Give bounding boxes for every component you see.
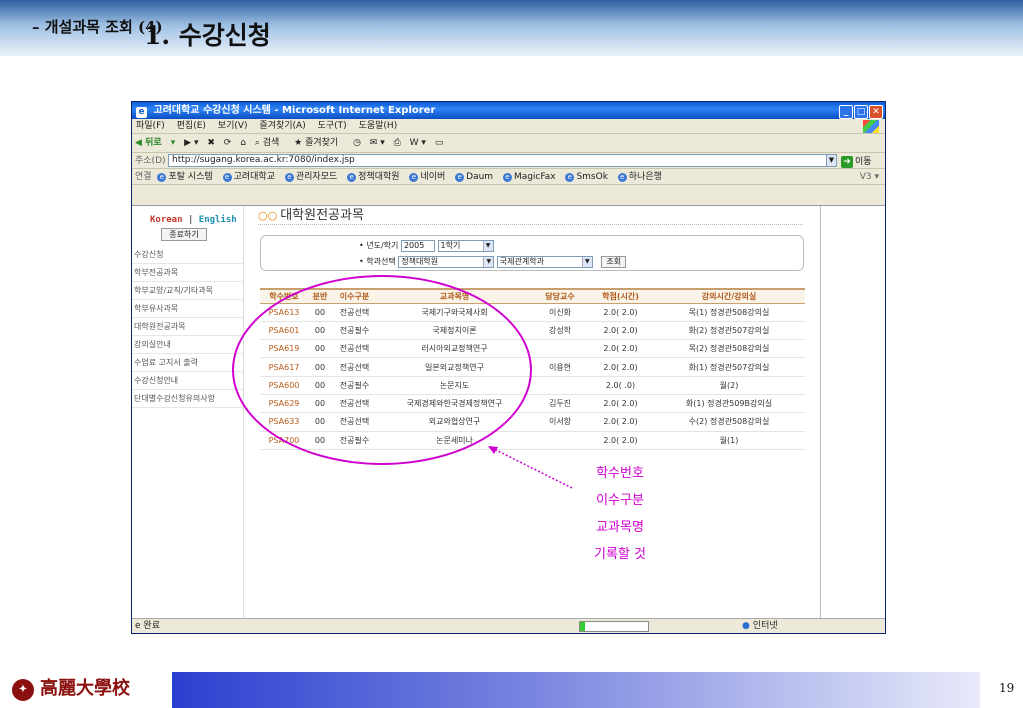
annotation-arrow (488, 446, 573, 489)
annotation-line-4: 기록할 것 (594, 547, 646, 562)
university-logo: ✦ 高麗大學校 (12, 676, 130, 702)
annotation-line-3: 교과목명 (596, 520, 644, 535)
page-number: 19 (999, 681, 1015, 695)
university-seal-icon: ✦ (12, 679, 34, 701)
footer-bar (172, 672, 980, 708)
annotation-line-2: 이수구분 (596, 493, 644, 508)
logo-text: 高麗大學校 (40, 678, 130, 699)
annotation-line-1: 학수번호 (596, 466, 644, 481)
annotation-text: 학수번호 이수구분 교과목명 기록할 것 (580, 460, 660, 568)
arrow-line (491, 447, 573, 489)
